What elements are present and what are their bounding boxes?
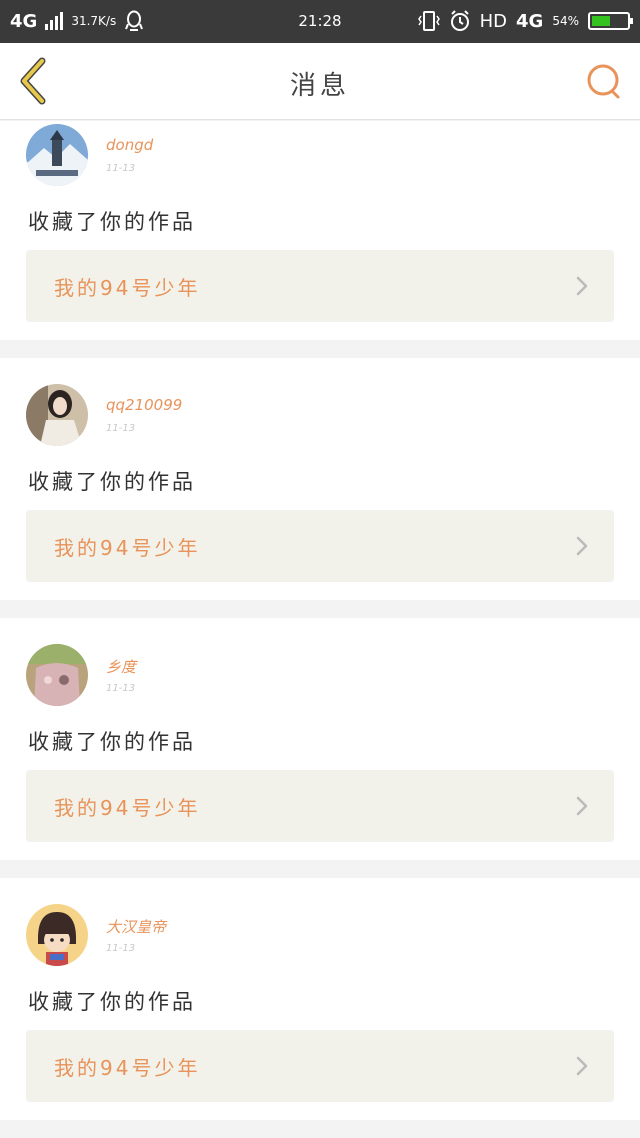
chevron-right-icon [576, 276, 588, 296]
avatar[interactable] [26, 384, 88, 446]
message-action: 收藏了你的作品 [28, 470, 196, 494]
work-link[interactable]: 我的94号少年 [26, 770, 614, 842]
username[interactable]: qq210099 [106, 396, 182, 414]
chevron-right-icon [576, 796, 588, 816]
search-icon[interactable] [584, 61, 624, 101]
username[interactable]: 大汉皇帝 [106, 916, 166, 937]
username[interactable]: dongd [106, 136, 153, 154]
message-action: 收藏了你的作品 [28, 990, 196, 1014]
work-link[interactable]: 我的94号少年 [26, 510, 614, 582]
work-title: 我的94号少年 [54, 536, 201, 560]
status-bar: 4G 31.7K/s 21:28 HD 4G 54% [0, 0, 640, 43]
message-date: 11-13 [106, 163, 136, 174]
nav-header: 消息 [0, 43, 640, 120]
message-action: 收藏了你的作品 [28, 210, 196, 234]
work-link[interactable]: 我的94号少年 [26, 1030, 614, 1102]
username[interactable]: 乡度 [106, 656, 136, 677]
avatar[interactable] [26, 644, 88, 706]
message-date: 11-13 [106, 683, 136, 694]
hd-indicator: HD [479, 10, 508, 32]
message-date: 11-13 [106, 423, 136, 434]
avatar[interactable] [26, 124, 88, 186]
work-title: 我的94号少年 [54, 796, 201, 820]
message-date: 11-13 [106, 943, 136, 954]
network-type-secondary: 4G [516, 10, 544, 32]
page-title: 消息 [289, 71, 350, 101]
work-title: 我的94号少年 [54, 276, 201, 300]
chevron-right-icon [576, 1056, 588, 1076]
avatar[interactable] [26, 904, 88, 966]
chevron-right-icon [576, 536, 588, 556]
work-link[interactable]: 我的94号少年 [26, 250, 614, 322]
work-title: 我的94号少年 [54, 1056, 201, 1080]
message-item: 大汉皇帝 11-13 收藏了你的作品 我的94号少年 [0, 878, 640, 1120]
message-list: dongd 11-13 收藏了你的作品 我的94号少年 qq210099 11-… [0, 121, 640, 1138]
vibrate-icon [417, 11, 440, 31]
message-item: dongd 11-13 收藏了你的作品 我的94号少年 [0, 121, 640, 340]
message-item: 乡度 11-13 收藏了你的作品 我的94号少年 [0, 618, 640, 860]
battery-icon [588, 12, 633, 30]
alarm-icon [450, 10, 469, 31]
message-item: qq210099 11-13 收藏了你的作品 我的94号少年 [0, 358, 640, 600]
battery-percent: 54% [552, 14, 579, 28]
message-action: 收藏了你的作品 [28, 730, 196, 754]
